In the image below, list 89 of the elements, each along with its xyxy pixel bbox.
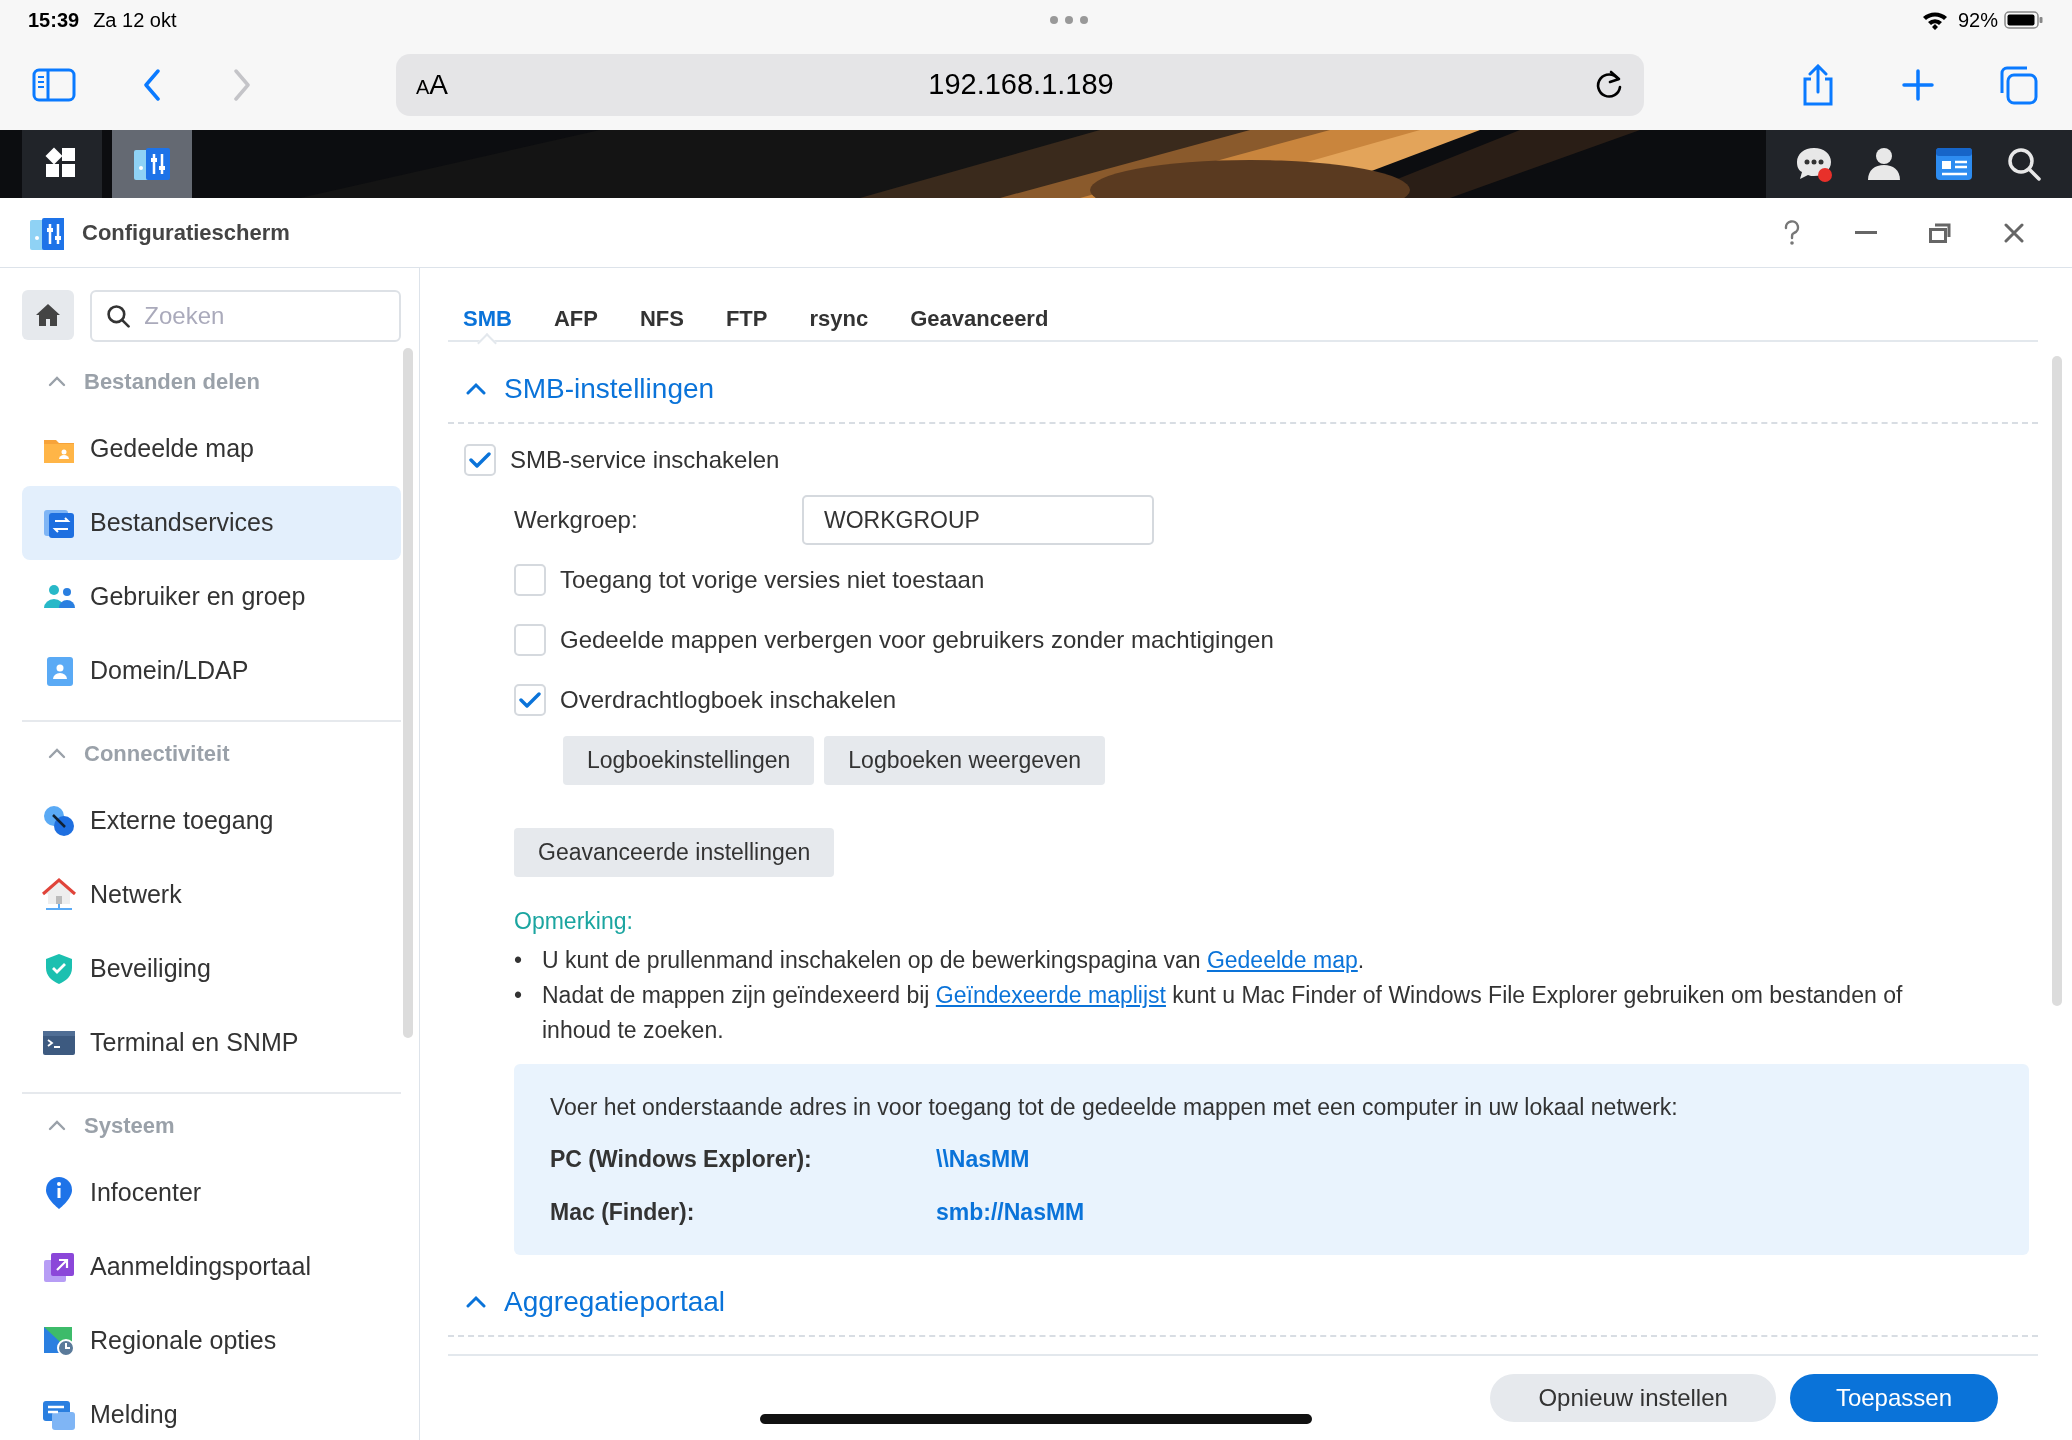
tab[interactable]: rsync — [809, 294, 869, 342]
bullet-marker: • — [514, 945, 524, 975]
tab[interactable]: Geavanceerd — [910, 294, 1049, 342]
address-bar[interactable]: AA 192.168.1.189 — [396, 54, 1644, 116]
collapse-toggle[interactable] — [466, 1295, 486, 1309]
chevron-up-icon — [466, 1295, 486, 1309]
sidebar-item[interactable]: Terminal en SNMP — [22, 1006, 401, 1080]
scrollbar[interactable] — [2052, 356, 2062, 1006]
text-size-button[interactable]: AA — [416, 64, 449, 106]
apply-button[interactable]: Toepassen — [1789, 1374, 1998, 1422]
map-clock-icon — [42, 1324, 76, 1358]
address-value: smb://NasMM — [936, 1197, 1085, 1227]
sidebar-icon — [32, 68, 76, 102]
checkbox-label: SMB-service inschakelen — [510, 445, 780, 475]
address-label: PC (Windows Explorer): — [550, 1145, 813, 1174]
sidebar-item[interactable]: Gedeelde map — [22, 412, 401, 486]
date-text: Za 12 okt — [93, 8, 177, 33]
checkbox[interactable] — [514, 564, 546, 596]
action-button[interactable]: Geavanceerde instellingen — [514, 827, 835, 877]
tab[interactable]: FTP — [725, 294, 768, 342]
chevron-right-icon — [232, 69, 252, 101]
control-panel-icon — [134, 146, 170, 182]
link[interactable]: Geïndexeerde maplijst — [935, 981, 1166, 1008]
reload-icon[interactable] — [1594, 69, 1624, 101]
battery-text: 92% — [1957, 8, 1998, 33]
checkbox-label: Toegang tot vorige versies niet toestaan — [560, 565, 985, 595]
sidebar-item[interactable]: Externe toegang — [22, 784, 401, 858]
home-icon — [35, 303, 61, 327]
section-title: SMB-instellingen — [504, 372, 715, 406]
plus-icon — [1902, 69, 1934, 101]
checkmark-icon — [469, 451, 491, 469]
text-field[interactable]: WORKGROUP — [802, 495, 1154, 545]
action-button[interactable]: Logboekinstellingen — [563, 735, 815, 785]
reset-button[interactable]: Opnieuw instellen — [1490, 1374, 1776, 1422]
url-text: 192.168.1.189 — [927, 67, 1115, 103]
help-icon — [1783, 219, 1801, 246]
note-text: Nadat de mappen zijn geïndexeerd bij Geïndexeerde maplijst kunt u Mac Finder of Windows File Explorer gebruiken om bestanden of inhoud te zoeken. — [542, 980, 1904, 1045]
sidebar-item[interactable]: Netwerk — [22, 858, 401, 932]
user-icon — [1866, 146, 1902, 182]
portal-icon — [42, 1250, 76, 1284]
link-icon — [42, 804, 76, 838]
tab[interactable]: NFS — [639, 294, 684, 342]
search-icon — [106, 302, 131, 330]
note-title: Opmerking: — [514, 907, 634, 936]
address-label: Mac (Finder): — [550, 1197, 696, 1227]
tab[interactable]: AFP — [553, 294, 598, 342]
search-field[interactable]: Zoeken — [90, 290, 401, 342]
wifi-icon — [1921, 10, 1948, 30]
more-dots-icon — [1049, 15, 1090, 25]
restore-icon — [1929, 222, 1951, 243]
field-label: Werkgroep: — [514, 505, 639, 535]
minimize-icon — [1855, 230, 1877, 235]
control-panel-icon — [30, 215, 64, 250]
info-text: Voer het onderstaande adres in voor toegang tot de gedeelde mappen met een computer in uw lokaal netwerk: — [550, 1092, 1679, 1122]
sidebar-item[interactable]: Beveiliging — [22, 932, 401, 1006]
address-value: \\NasMM — [936, 1145, 1030, 1174]
chevron-left-icon — [142, 69, 162, 101]
chevron-up-icon — [466, 382, 486, 396]
sidebar-item[interactable]: Domein/LDAP — [22, 634, 401, 708]
window-title: Configuratiescherm — [82, 219, 290, 247]
search-icon — [2006, 146, 2042, 182]
checkbox-label: Gedeelde mappen verbergen voor gebruikers zonder machtigingen — [560, 625, 1274, 655]
link[interactable]: Gedeelde map — [1206, 946, 1358, 973]
sidebar-item[interactable]: Regionale opties — [22, 1304, 401, 1378]
checkbox[interactable] — [464, 444, 496, 476]
message-icon — [42, 1398, 76, 1432]
home-button[interactable] — [22, 290, 74, 340]
bullet-marker: • — [514, 980, 524, 1010]
collapse-toggle[interactable] — [466, 382, 486, 396]
battery-icon — [2004, 10, 2044, 30]
sidebar-item[interactable]: Gebruiker en groep — [22, 560, 401, 634]
time-text: 15:39 — [28, 8, 80, 33]
checkbox[interactable] — [514, 684, 546, 716]
tabs-icon — [1998, 65, 2038, 105]
sidebar-item[interactable]: Bestandservices — [22, 486, 401, 560]
sidebar-item[interactable]: Infocenter — [22, 1156, 401, 1230]
checkmark-icon — [519, 691, 541, 709]
sidebar-item[interactable]: Melding — [22, 1378, 401, 1440]
note-text: U kunt de prullenmand inschakelen op de bewerkingspagina van Gedeelde map. — [542, 945, 1365, 975]
checkbox[interactable] — [514, 624, 546, 656]
action-button[interactable]: Logboeken weergeven — [824, 735, 1106, 785]
house-icon — [42, 878, 76, 912]
section-title: Aggregatieportaal — [504, 1285, 726, 1319]
scrollbar[interactable] — [403, 348, 413, 1038]
checkbox-label: Overdrachtlogboek inschakelen — [560, 685, 897, 715]
close-icon — [2004, 222, 2024, 243]
sidebar-item[interactable]: Aanmeldingsportaal — [22, 1230, 401, 1304]
widget-icon — [1934, 146, 1974, 182]
taskbar-button[interactable] — [22, 130, 102, 198]
